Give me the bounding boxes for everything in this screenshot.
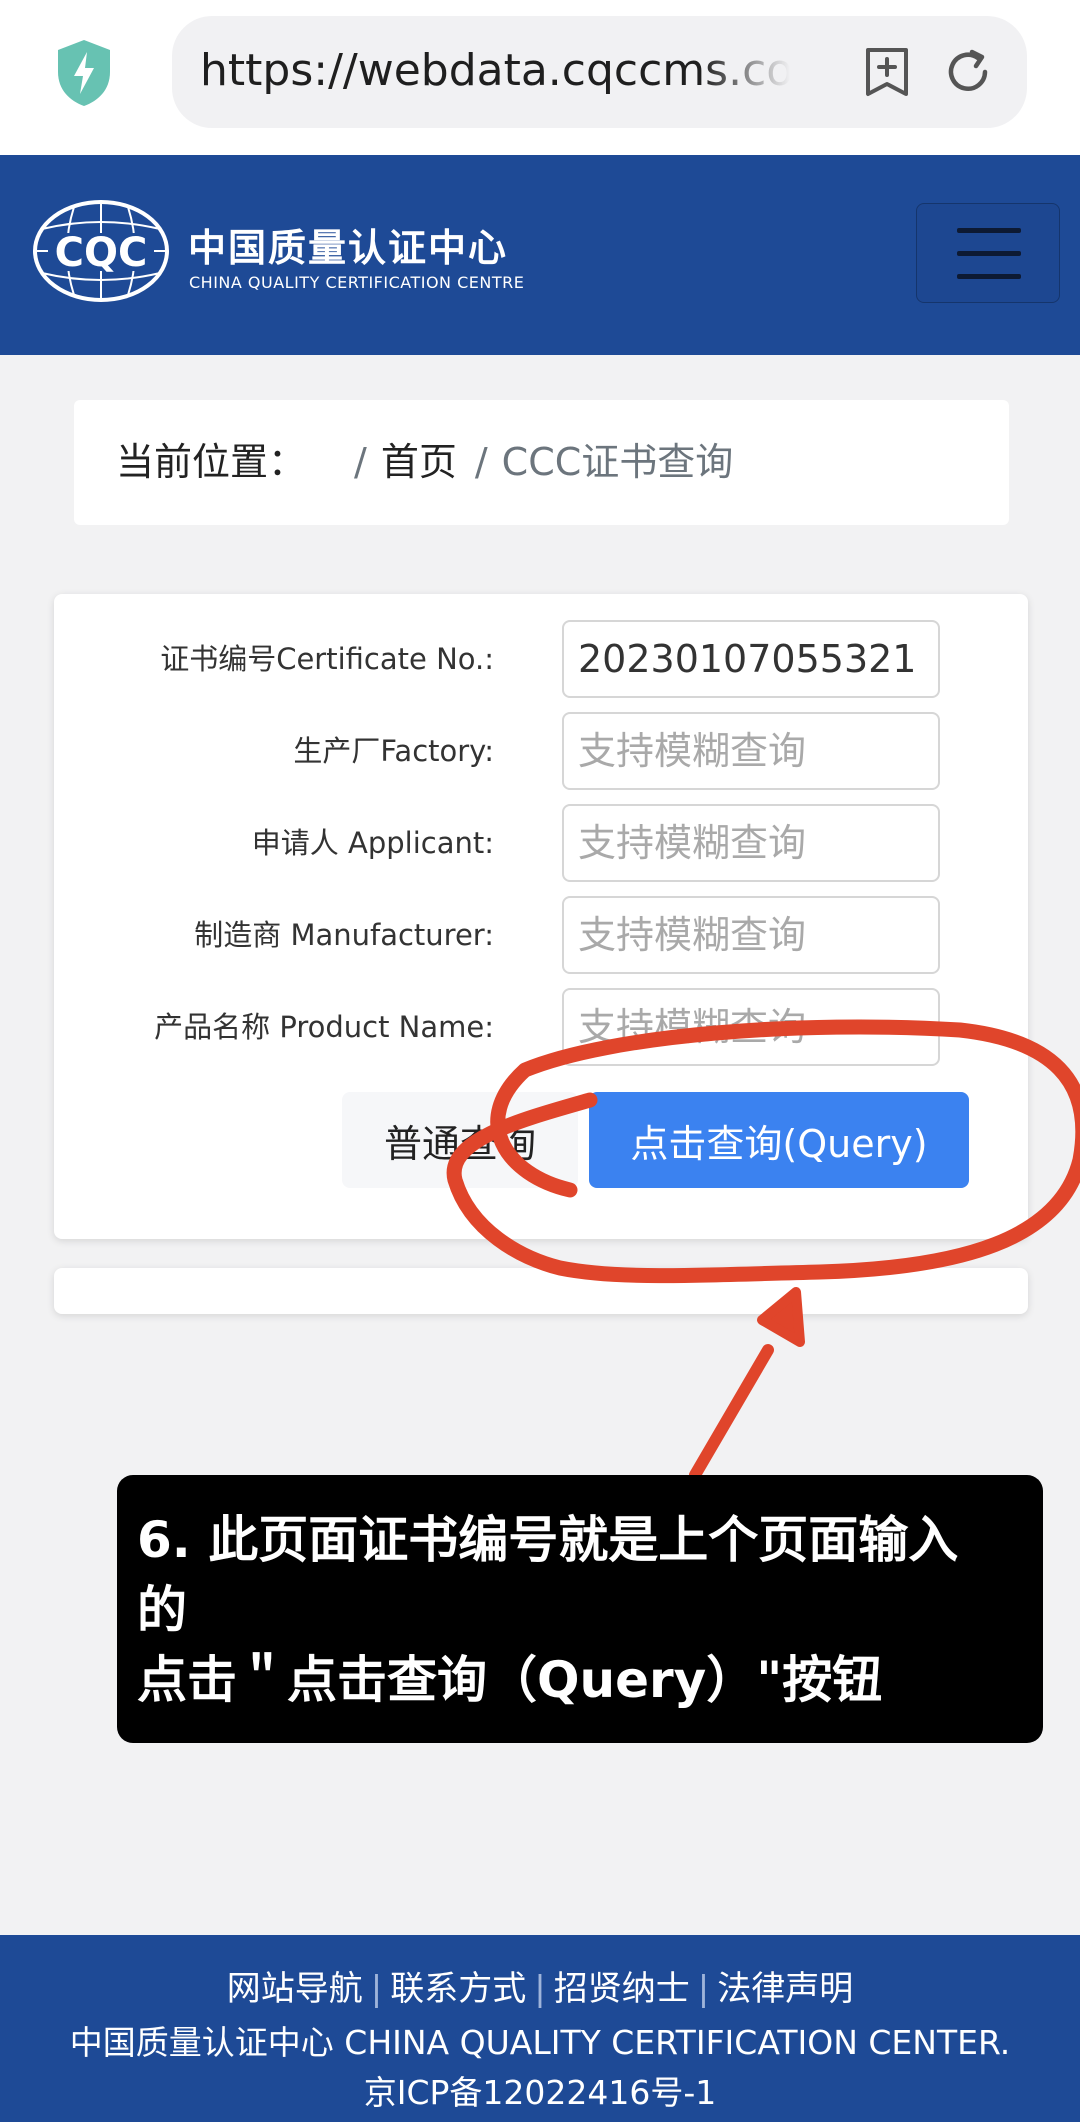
breadcrumb: 当前位置： / 首页 / CCC证书查询 <box>74 400 1009 525</box>
applicant-label: 申请人 Applicant: <box>251 826 494 860</box>
footer-links: 网站导航 | 联系方式 | 招贤纳士 | 法律声明 <box>0 1965 1080 2013</box>
site-header: CQC 中国质量认证中心 CHINA QUALITY CERTIFICATION… <box>0 155 1080 355</box>
applicant-input[interactable] <box>562 804 940 882</box>
url-field[interactable]: https://webdata.cqccms.com.cn <box>172 16 1027 128</box>
product-name-input[interactable] <box>562 988 940 1066</box>
breadcrumb-prefix: 当前位置： <box>116 440 307 484</box>
query-button[interactable]: 点击查询(Query) <box>589 1092 969 1188</box>
instruction-callout: 6. 此页面证书编号就是上个页面输入 的 点击＂点击查询（Query）"按钮 <box>117 1475 1043 1743</box>
url-text[interactable]: https://webdata.cqccms.com.cn <box>200 40 790 102</box>
footer-link-legal[interactable]: 法律声明 <box>717 1969 853 2009</box>
manufacturer-input[interactable] <box>562 896 940 974</box>
footer-separator: | <box>370 1969 383 2009</box>
site-footer: 网站导航 | 联系方式 | 招贤纳士 | 法律声明 中国质量认证中心 CHINA QUALI… <box>0 1935 1080 2122</box>
form-row-factory: 生产厂Factory: <box>54 712 1028 790</box>
footer-separator: | <box>534 1969 546 2009</box>
breadcrumb-separator: / <box>474 440 488 484</box>
brand-name-en: CHINA QUALITY CERTIFICATION CENTRE <box>189 273 525 292</box>
hamburger-menu-icon <box>957 228 1021 233</box>
logo-text: CQC <box>55 230 148 276</box>
browser-address-bar: https://webdata.cqccms.com.cn <box>0 0 1080 155</box>
certificate-no-label: 证书编号Certificate No.: <box>160 642 494 676</box>
cqc-globe-logo[interactable]: CQC <box>32 199 170 303</box>
security-shield-icon[interactable] <box>54 38 114 108</box>
manufacturer-label: 制造商 Manufacturer: <box>194 918 494 952</box>
reload-icon[interactable] <box>942 46 994 98</box>
form-row-product-name: 产品名称 Product Name: <box>54 988 1028 1066</box>
factory-label: 生产厂Factory: <box>293 734 494 768</box>
result-panel <box>54 1268 1028 1314</box>
certificate-query-form: 证书编号Certificate No.: 生产厂Factory: 申请人 App… <box>54 594 1028 1239</box>
callout-line-1: 6. 此页面证书编号就是上个页面输入 <box>137 1511 959 1569</box>
hamburger-menu-icon <box>957 251 1021 256</box>
add-bookmark-icon[interactable] <box>862 46 912 98</box>
product-name-label: 产品名称 Product Name: <box>154 1010 494 1044</box>
footer-separator: | <box>697 1969 710 2009</box>
form-row-certificate-no: 证书编号Certificate No.: <box>54 620 1028 698</box>
hamburger-menu-icon <box>957 274 1021 279</box>
annotation-arrow-shaft <box>689 1344 774 1481</box>
factory-input[interactable] <box>562 712 940 790</box>
form-row-manufacturer: 制造商 Manufacturer: <box>54 896 1028 974</box>
callout-line-3: 点击＂点击查询（Query）"按钮 <box>137 1651 883 1709</box>
footer-organization: 中国质量认证中心 CHINA QUALITY CERTIFICATION CEN… <box>69 2023 1011 2062</box>
footer-link-careers[interactable]: 招贤纳士 <box>554 1969 690 2009</box>
footer-icp-license[interactable]: 京ICP备12022416号-1 <box>0 2071 1080 2115</box>
certificate-no-input[interactable] <box>562 620 940 698</box>
breadcrumb-home-link[interactable]: 首页 <box>381 440 457 484</box>
breadcrumb-separator: / <box>354 440 367 484</box>
callout-line-2: 的 <box>137 1581 187 1639</box>
breadcrumb-current: CCC证书查询 <box>501 440 734 484</box>
footer-link-sitemap[interactable]: 网站导航 <box>227 1969 363 2009</box>
footer-link-contact[interactable]: 联系方式 <box>390 1969 526 2009</box>
normal-query-button[interactable]: 普通查询 <box>342 1092 578 1188</box>
brand-name-cn: 中国质量认证中心 <box>188 226 509 270</box>
form-row-applicant: 申请人 Applicant: <box>54 804 1028 882</box>
hamburger-menu-button[interactable] <box>916 203 1060 303</box>
